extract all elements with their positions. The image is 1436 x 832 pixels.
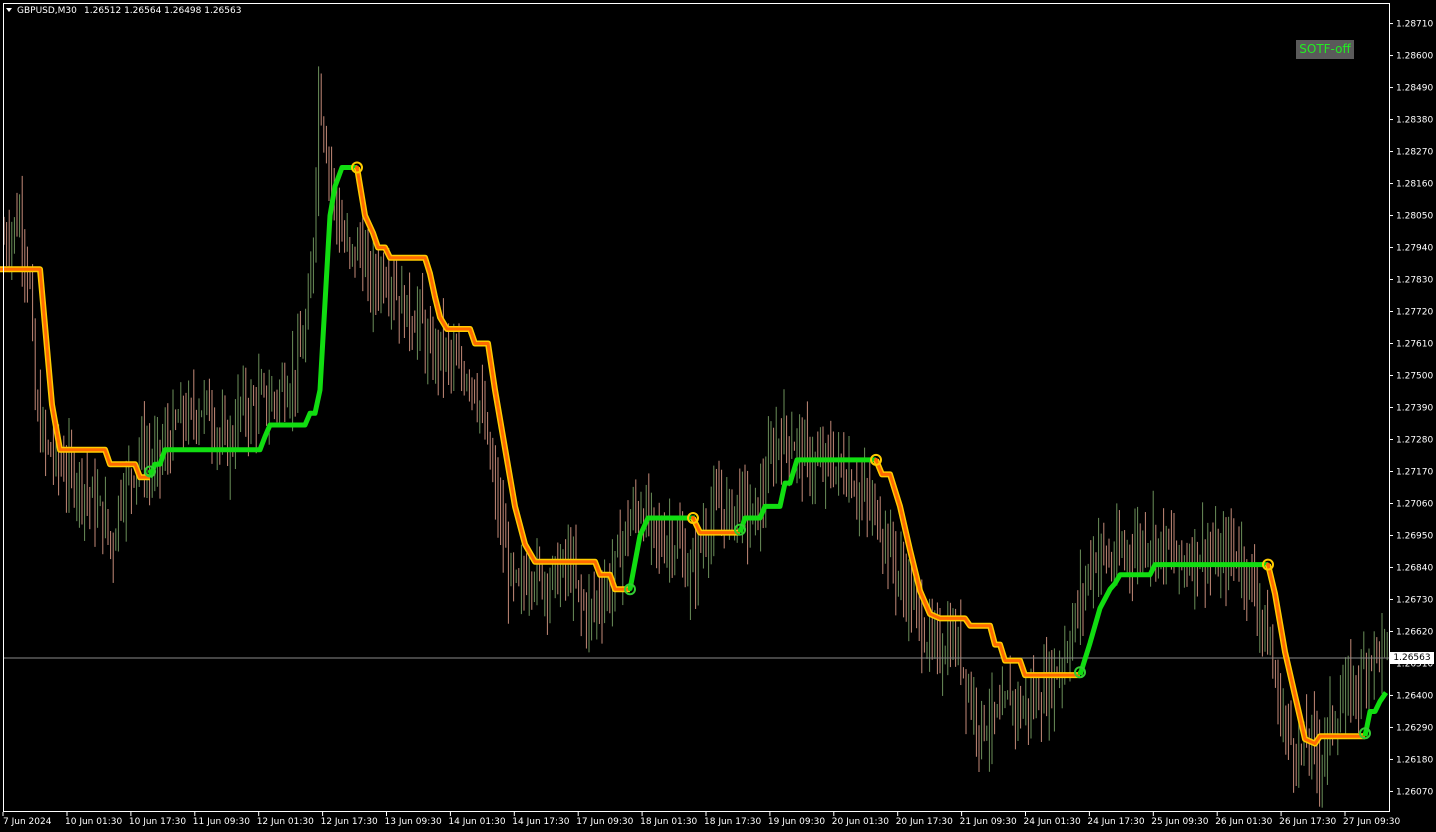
x-tick-label: 24 Jun 01:30 bbox=[1024, 817, 1081, 827]
reversal-marker-dot bbox=[148, 469, 152, 474]
x-tick-label: 13 Jun 09:30 bbox=[385, 817, 442, 827]
x-tick-label: 14 Jun 01:30 bbox=[448, 817, 505, 827]
price-chart[interactable]: GBPUSD,M30 1.26512 1.26564 1.26498 1.265… bbox=[0, 0, 1436, 832]
x-tick-label: 26 Jun 17:30 bbox=[1279, 817, 1336, 827]
reversal-marker-dot bbox=[1363, 731, 1367, 736]
reversal-marker-dot bbox=[355, 165, 359, 170]
x-tick-label: 17 Jun 09:30 bbox=[576, 817, 633, 827]
y-tick-label: 1.26290 bbox=[1396, 723, 1433, 733]
reversal-marker-dot bbox=[1078, 670, 1082, 675]
x-tick-label: 10 Jun 01:30 bbox=[65, 817, 122, 827]
y-tick-label: 1.26730 bbox=[1396, 595, 1433, 605]
x-tick-label: 26 Jun 01:30 bbox=[1215, 817, 1272, 827]
y-tick-label: 1.28160 bbox=[1396, 180, 1433, 190]
x-tick-label: 14 Jun 17:30 bbox=[512, 817, 569, 827]
price-axis[interactable]: 1.28710 1.28600 1.28490 1.28380 1.28270 1.281… bbox=[1389, 20, 1433, 798]
chart-ohlc: 1.26512 1.26564 1.26498 1.26563 bbox=[84, 6, 241, 16]
trend-outline bbox=[0, 266, 150, 481]
y-tick-label: 1.26950 bbox=[1396, 531, 1433, 541]
trend-down-segment bbox=[0, 267, 150, 479]
collapse-triangle-icon[interactable] bbox=[6, 8, 12, 12]
y-tick-label: 1.26840 bbox=[1396, 563, 1433, 573]
trend-down-segment bbox=[355, 167, 630, 591]
time-axis[interactable]: 7 Jun 2024 10 Jun 01:30 10 Jun 17:30 11 Jun… bbox=[2, 812, 1400, 827]
x-tick-label: 25 Jun 09:30 bbox=[1151, 817, 1208, 827]
x-tick-label: 10 Jun 17:30 bbox=[129, 817, 186, 827]
x-tick-label: 18 Jun 01:30 bbox=[640, 817, 697, 827]
y-tick-label: 1.28600 bbox=[1396, 52, 1433, 62]
y-tick-label: 1.27940 bbox=[1396, 244, 1433, 254]
y-tick-label: 1.27060 bbox=[1396, 499, 1433, 509]
y-tick-label: 1.27500 bbox=[1396, 372, 1433, 382]
sotf-toggle-button[interactable]: SOTF-off bbox=[1296, 40, 1354, 59]
y-tick-label: 1.26620 bbox=[1396, 627, 1433, 637]
reversal-marker-dot bbox=[628, 587, 632, 592]
y-tick-label: 1.27610 bbox=[1396, 340, 1433, 350]
x-tick-label: 18 Jun 17:30 bbox=[704, 817, 761, 827]
x-tick-label: 12 Jun 01:30 bbox=[257, 817, 314, 827]
x-tick-label: 7 Jun 2024 bbox=[3, 817, 52, 827]
y-tick-label: 1.26400 bbox=[1396, 691, 1433, 701]
reversal-marker-dot bbox=[874, 457, 878, 462]
reversal-marker-dot bbox=[738, 527, 742, 532]
y-tick-label: 1.28490 bbox=[1396, 84, 1433, 94]
x-tick-label: 21 Jun 09:30 bbox=[960, 817, 1017, 827]
trend-up-segment bbox=[147, 165, 357, 479]
current-price-label: 1.26563 bbox=[1390, 652, 1434, 664]
x-tick-label: 11 Jun 09:30 bbox=[193, 817, 250, 827]
trend-up-segment bbox=[1077, 562, 1268, 676]
trend-line bbox=[0, 165, 1389, 747]
reversal-marker-dot bbox=[1266, 562, 1270, 567]
y-tick-label: 1.27720 bbox=[1396, 308, 1433, 318]
y-tick-label: 1.28380 bbox=[1396, 116, 1433, 126]
y-tick-label: 1.28050 bbox=[1396, 212, 1433, 222]
y-tick-label: 1.27170 bbox=[1396, 467, 1433, 477]
y-tick-label: 1.27280 bbox=[1396, 435, 1433, 445]
candlestick-bars bbox=[3, 66, 1388, 808]
x-tick-label: 20 Jun 01:30 bbox=[832, 817, 889, 827]
x-tick-label: 19 Jun 09:30 bbox=[768, 817, 825, 827]
y-tick-label: 1.26070 bbox=[1396, 787, 1433, 797]
y-tick-label: 1.28710 bbox=[1396, 20, 1433, 30]
x-tick-label: 20 Jun 17:30 bbox=[896, 817, 953, 827]
x-tick-label: 27 Jun 09:30 bbox=[1343, 817, 1400, 827]
chart-frame bbox=[3, 3, 1390, 812]
x-tick-label: 12 Jun 17:30 bbox=[321, 817, 378, 827]
chart-symbol: GBPUSD,M30 bbox=[17, 6, 77, 16]
y-tick-label: 1.27830 bbox=[1396, 276, 1433, 286]
reversal-marker-dot bbox=[691, 516, 695, 521]
y-tick-label: 1.26180 bbox=[1396, 755, 1433, 765]
x-tick-label: 24 Jun 17:30 bbox=[1087, 817, 1144, 827]
y-tick-label: 1.28270 bbox=[1396, 148, 1433, 158]
y-tick-label: 1.27390 bbox=[1396, 404, 1433, 414]
